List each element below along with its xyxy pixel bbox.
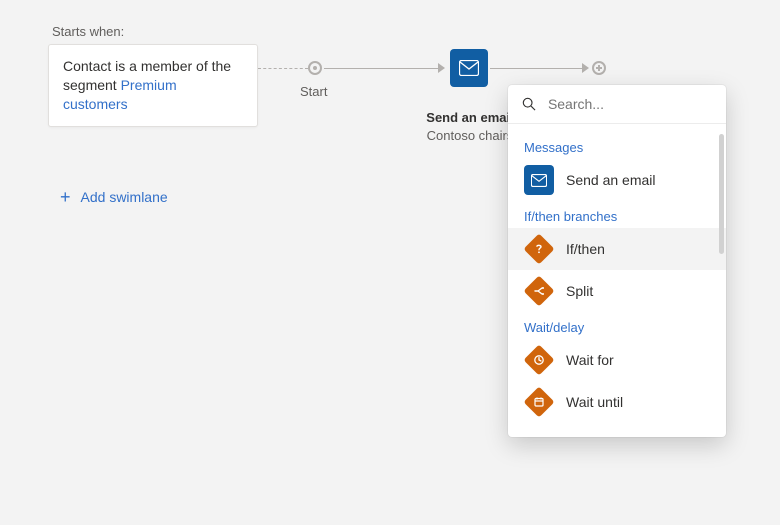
search-input[interactable] xyxy=(546,95,712,113)
menu-item-split[interactable]: Split xyxy=(508,270,726,312)
plus-icon: + xyxy=(60,188,71,206)
menu-item-if-then[interactable]: If/then xyxy=(508,228,726,270)
menu-item-label: Wait until xyxy=(566,394,623,410)
send-email-subtitle: Contoso chairs xyxy=(420,128,520,143)
connector-1 xyxy=(324,68,442,69)
starts-when-label: Starts when: xyxy=(52,24,124,39)
start-node[interactable] xyxy=(308,61,322,75)
arrow-icon xyxy=(438,63,445,73)
calendar-icon xyxy=(523,386,554,417)
scrollbar[interactable] xyxy=(719,134,724,254)
connector-dashed xyxy=(258,68,308,69)
section-wait: Wait/delay xyxy=(508,312,726,339)
popup-body: Messages Send an email If/then branches … xyxy=(508,124,726,437)
section-messages: Messages xyxy=(508,132,726,159)
connector-2 xyxy=(490,68,586,69)
send-email-node[interactable] xyxy=(450,49,488,87)
menu-item-send-email[interactable]: Send an email xyxy=(508,159,726,201)
menu-item-wait-for[interactable]: Wait for xyxy=(508,339,726,381)
start-node-label: Start xyxy=(300,84,327,99)
clock-icon xyxy=(523,344,554,375)
search-row xyxy=(508,85,726,124)
menu-item-label: If/then xyxy=(566,241,605,257)
menu-item-label: Split xyxy=(566,283,593,299)
search-icon xyxy=(522,96,536,112)
menu-item-label: Send an email xyxy=(566,172,656,188)
menu-item-wait-until[interactable]: Wait until xyxy=(508,381,726,423)
section-branches: If/then branches xyxy=(508,201,726,228)
menu-item-label: Wait for xyxy=(566,352,614,368)
split-icon xyxy=(523,275,554,306)
action-picker-popup: Messages Send an email If/then branches … xyxy=(508,85,726,437)
add-swimlane-button[interactable]: + Add swimlane xyxy=(60,188,168,206)
arrow-icon xyxy=(582,63,589,73)
add-swimlane-label: Add swimlane xyxy=(81,189,168,205)
question-icon xyxy=(523,233,554,264)
trigger-card[interactable]: Contact is a member of the segment Premi… xyxy=(48,44,258,127)
send-email-title: Send an email xyxy=(420,110,520,125)
mail-icon xyxy=(459,60,479,76)
mail-icon xyxy=(524,165,554,195)
add-step-node[interactable] xyxy=(592,61,606,75)
